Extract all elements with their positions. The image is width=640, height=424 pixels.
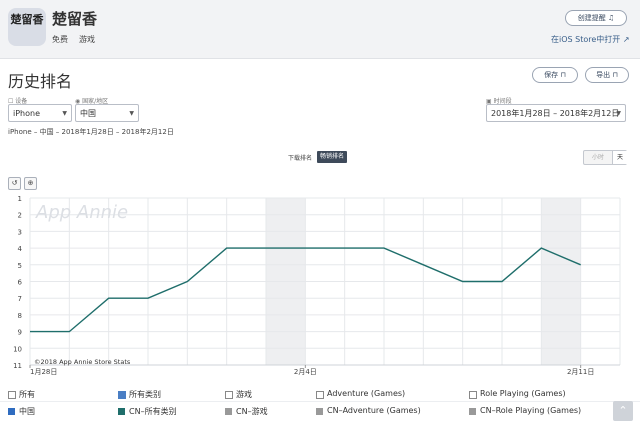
y-tick-label: 11 bbox=[13, 362, 22, 370]
x-tick-label: 2月11日 bbox=[567, 368, 594, 376]
y-tick-label: 10 bbox=[13, 345, 22, 353]
legend-checkbox[interactable] bbox=[118, 391, 126, 399]
country-value: 中国 bbox=[80, 109, 96, 118]
y-tick-label: 2 bbox=[18, 212, 22, 220]
scroll-top-button[interactable]: ⌃ bbox=[613, 401, 633, 421]
chevron-down-icon: ▼ bbox=[616, 110, 621, 117]
app-price: 免费 bbox=[52, 35, 68, 44]
y-tick-label: 9 bbox=[18, 329, 22, 337]
legend-checkbox[interactable] bbox=[469, 391, 477, 399]
legend-label: 所有类别 bbox=[129, 390, 161, 399]
legend-series-label: CN–Adventure (Games) bbox=[327, 406, 421, 415]
magnifier-icon: ⊕ bbox=[27, 179, 34, 187]
device-value: iPhone bbox=[13, 109, 41, 118]
legend-series-label: 中国 bbox=[19, 407, 35, 416]
legend-checkbox[interactable] bbox=[8, 391, 16, 399]
legend-swatch[interactable] bbox=[118, 408, 125, 415]
page-title: 历史排名 bbox=[8, 72, 73, 91]
chevron-down-icon: ▼ bbox=[62, 110, 67, 117]
y-tick-label: 6 bbox=[18, 279, 23, 287]
legend-swatch[interactable] bbox=[469, 408, 476, 415]
app-name: 楚留香 bbox=[52, 10, 98, 28]
ios-store-label: 在iOS Store中打开 bbox=[551, 35, 621, 44]
legend: 所有 所有类别 游戏 Adventure (Games) Role Playing (G… bbox=[0, 384, 640, 424]
legend-swatch[interactable] bbox=[225, 408, 232, 415]
rank-chart: 1 2 3 4 5 6 7 8 9 10 11 1月28日 2月4日 2月11日 App Annie ©… bbox=[13, 195, 621, 376]
x-tick-label: 2月4日 bbox=[294, 368, 317, 376]
external-link-icon: ↗ bbox=[622, 35, 630, 44]
legend-series-label: CN–游戏 bbox=[236, 407, 268, 416]
y-tick-label: 7 bbox=[18, 295, 22, 303]
create-alert-button[interactable]: 创建提醒 ♫ bbox=[565, 10, 627, 26]
undo-icon: ↺ bbox=[11, 179, 18, 187]
export-button[interactable]: 导出 ⊓ bbox=[585, 67, 629, 83]
granularity-toggle: 小时 天 bbox=[583, 150, 627, 165]
legend-series-label: CN–Role Playing (Games) bbox=[480, 406, 582, 415]
export-label: 导出 bbox=[596, 71, 611, 79]
save-button[interactable]: 保存 ⊓ bbox=[532, 67, 578, 83]
lock-icon: ⊓ bbox=[612, 71, 618, 79]
download-rank-toggle[interactable]: 下载排名 bbox=[288, 153, 312, 162]
country-select[interactable]: 中国 ▼ bbox=[75, 104, 139, 122]
legend-label: 所有 bbox=[19, 390, 35, 399]
y-tick-label: 3 bbox=[18, 228, 22, 236]
y-tick-label: 8 bbox=[18, 312, 22, 320]
ios-store-link[interactable]: 在iOS Store中打开 ↗ bbox=[551, 34, 630, 45]
filter-summary: iPhone – 中国 – 2018年1月28日 – 2018年2月12日 bbox=[8, 128, 174, 136]
app-genre: 游戏 bbox=[79, 35, 95, 44]
legend-checkbox[interactable] bbox=[225, 391, 233, 399]
legend-swatch[interactable] bbox=[8, 408, 15, 415]
bell-icon: ♫ bbox=[607, 14, 615, 22]
legend-checkbox[interactable] bbox=[316, 391, 324, 399]
legend-swatch[interactable] bbox=[316, 408, 323, 415]
date-range-value: 2018年1月28日 – 2018年2月12日 bbox=[491, 109, 620, 118]
legend-label: 游戏 bbox=[236, 390, 252, 399]
hour-toggle[interactable]: 小时 bbox=[584, 151, 612, 164]
legend-divider bbox=[0, 401, 640, 402]
legend-series-label: CN–所有类别 bbox=[129, 407, 177, 416]
y-tick-label: 1 bbox=[18, 195, 22, 203]
copyright-text: ©2018 App Annie Store Stats bbox=[34, 358, 131, 366]
app-icon-glyph: 楚留香 bbox=[10, 13, 44, 26]
chevron-down-icon: ▼ bbox=[129, 110, 134, 117]
legend-label: Role Playing (Games) bbox=[480, 389, 566, 398]
lock-icon: ⊓ bbox=[560, 71, 566, 79]
save-label: 保存 bbox=[544, 71, 559, 79]
app-icon: 楚留香 bbox=[8, 8, 46, 46]
y-tick-label: 5 bbox=[18, 262, 22, 270]
watermark: App Annie bbox=[35, 202, 128, 223]
day-toggle[interactable]: 天 bbox=[612, 151, 627, 164]
x-tick-label: 1月28日 bbox=[30, 368, 57, 376]
date-range-select[interactable]: 2018年1月28日 – 2018年2月12日 ▼ bbox=[486, 104, 626, 122]
device-select[interactable]: iPhone ▼ bbox=[8, 104, 72, 122]
legend-label: Adventure (Games) bbox=[327, 389, 406, 398]
grossing-rank-toggle[interactable]: 畅销排名 bbox=[317, 151, 348, 163]
create-alert-label: 创建提醒 bbox=[577, 14, 606, 22]
y-tick-label: 4 bbox=[18, 245, 23, 253]
